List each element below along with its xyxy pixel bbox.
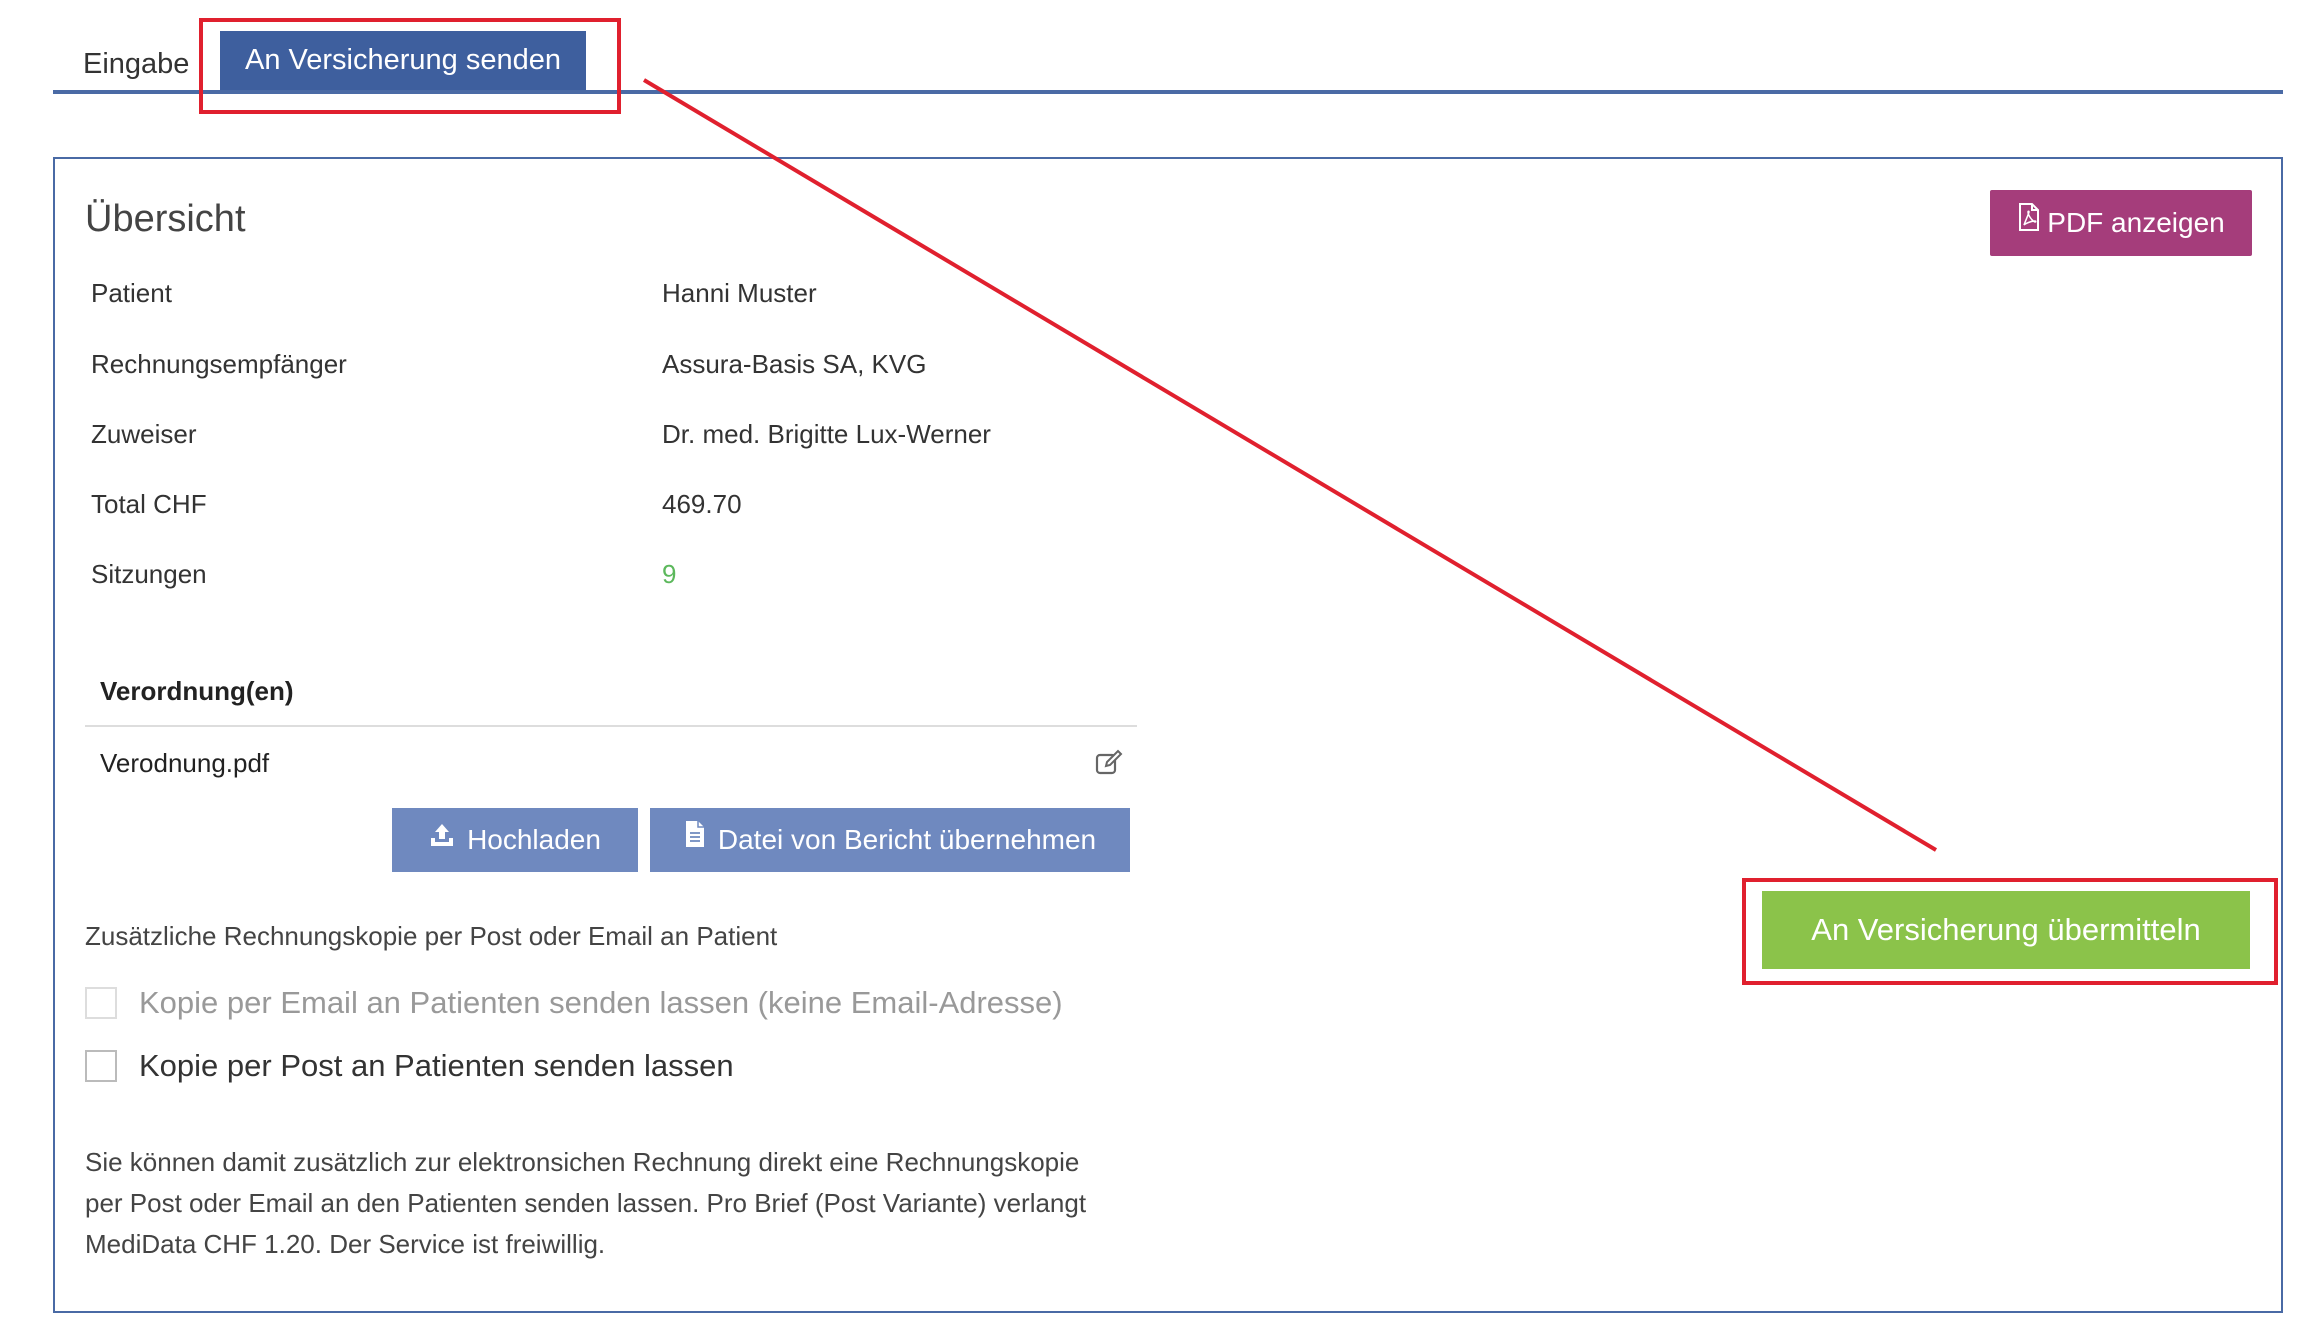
description-line: Sie können damit zusätzlich zur elektron… [85,1147,1080,1177]
label-total-chf: Total CHF [91,489,207,519]
tab-eingabe[interactable]: Eingabe [83,44,189,84]
datei-von-bericht-label: Datei von Bericht übernehmen [717,824,1097,855]
annotation-highlight-submit [1742,878,2278,985]
label-rechnungsempfaenger: Rechnungsempfänger [91,349,347,379]
verordnungen-title: Verordnung(en) [100,676,294,706]
annotation-highlight-tab [199,18,621,114]
hochladen-label: Hochladen [467,824,601,855]
hochladen-button[interactable]: Hochladen [392,808,638,872]
overview-panel [53,157,2283,1313]
email-copy-checkbox[interactable] [85,987,117,1019]
pdf-anzeigen-button[interactable]: PDF anzeigen [1990,190,2252,256]
email-copy-label: Kopie per Email an Patienten senden lass… [139,985,1063,1020]
label-patient: Patient [91,278,172,308]
label-sitzungen: Sitzungen [91,559,207,589]
value-sitzungen[interactable]: 9 [662,559,676,590]
value-patient: Hanni Muster [662,278,817,308]
copy-heading: Zusätzliche Rechnungskopie per Post oder… [85,921,778,951]
description-line: MediData CHF 1.20. Der Service ist freiw… [85,1229,606,1259]
post-copy-checkbox[interactable] [85,1050,117,1082]
file-pdf-icon [2017,189,2041,255]
post-copy-label[interactable]: Kopie per Post an Patienten senden lasse… [139,1048,734,1084]
value-total-chf: 469.70 [662,489,742,519]
edit-icon[interactable] [1094,748,1124,778]
datei-von-bericht-button[interactable]: Datei von Bericht übernehmen [650,808,1130,872]
label-zuweiser: Zuweiser [91,419,197,449]
verordnung-file-link[interactable]: Verodnung.pdf [100,748,269,779]
value-rechnungsempfaenger: Assura-Basis SA, KVG [662,349,927,379]
section-title-uebersicht: Übersicht [85,198,246,240]
pdf-anzeigen-label: PDF anzeigen [2047,207,2225,238]
value-zuweiser: Dr. med. Brigitte Lux-Werner [662,419,991,449]
copy-description: Sie können damit zusätzlich zur elektron… [85,1142,1165,1265]
description-line: per Post oder Email an den Patienten sen… [85,1188,1087,1218]
upload-icon [429,807,455,871]
file-icon [684,807,706,871]
divider [85,725,1137,727]
